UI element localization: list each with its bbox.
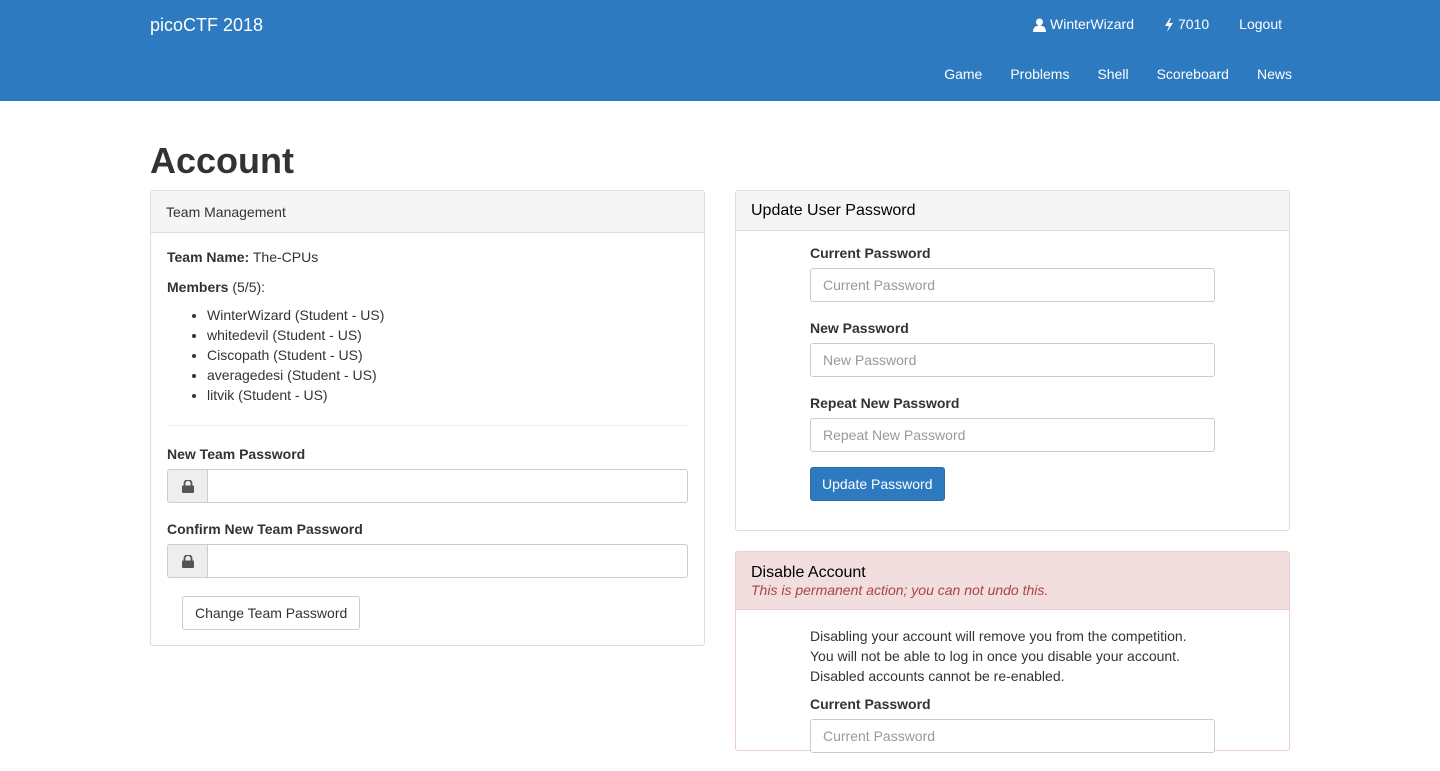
change-team-password-button[interactable]: Change Team Password: [182, 596, 361, 630]
current-password-input[interactable]: [810, 268, 1215, 302]
current-password-label: Current Password: [810, 245, 931, 261]
new-password-input[interactable]: [810, 343, 1215, 377]
new-password-label: New Password: [810, 320, 909, 336]
nav-shell[interactable]: Shell: [1097, 66, 1128, 82]
disable-current-password-label: Current Password: [810, 696, 931, 712]
description-line: Disabled accounts cannot be re-enabled.: [810, 668, 1065, 684]
members-count: (5/5):: [232, 279, 266, 295]
main-nav: Game Problems Shell Scoreboard News: [944, 66, 1292, 82]
nav-news[interactable]: News: [1257, 66, 1292, 82]
confirm-team-password-group: [167, 544, 688, 578]
list-item: litvik (Student - US): [207, 385, 688, 405]
page-title: Account: [150, 140, 294, 181]
user-icon: [1033, 16, 1046, 33]
members-list: WinterWizard (Student - US) whitedevil (…: [207, 305, 688, 405]
username-label: WinterWizard: [1050, 16, 1135, 33]
update-password-heading: Update User Password: [736, 191, 1289, 231]
lock-icon: [167, 544, 207, 578]
logout-link[interactable]: Logout: [1239, 16, 1282, 32]
user-profile-link[interactable]: WinterWizard: [1033, 16, 1135, 33]
team-panel-heading: Team Management: [151, 191, 704, 233]
team-name-row: Team Name: The-CPUs: [167, 249, 688, 265]
team-management-panel: Team Management Team Name: The-CPUs Memb…: [150, 190, 705, 646]
description-line: Disabling your account will remove you f…: [810, 628, 1187, 644]
members-row: Members (5/5):: [167, 279, 688, 295]
new-team-password-group: [167, 469, 688, 503]
team-name-label: Team Name:: [167, 249, 250, 265]
nav-game[interactable]: Game: [944, 66, 982, 82]
disable-description: Disabling your account will remove you f…: [810, 626, 1289, 686]
description-line: You will not be able to log in once you …: [810, 648, 1180, 664]
list-item: WinterWizard (Student - US): [207, 305, 688, 325]
disable-account-title: Disable Account: [751, 563, 866, 581]
nav-problems[interactable]: Problems: [1010, 66, 1069, 82]
divider: [167, 425, 688, 426]
team-name-value: The-CPUs: [252, 249, 319, 265]
disable-account-panel: Disable Account This is permanent action…: [735, 551, 1290, 753]
new-team-password-input[interactable]: [207, 469, 688, 503]
new-team-password-label: New Team Password: [167, 446, 306, 462]
score-value: 7010: [1178, 16, 1210, 33]
brand-link[interactable]: picoCTF 2018: [150, 15, 263, 36]
list-item: Ciscopath (Student - US): [207, 345, 688, 365]
nav-scoreboard[interactable]: Scoreboard: [1157, 66, 1229, 82]
bolt-icon: [1164, 16, 1174, 33]
update-password-button[interactable]: Update Password: [810, 467, 945, 501]
nav-user-area: WinterWizard 7010 Logout: [1033, 16, 1282, 33]
repeat-password-label: Repeat New Password: [810, 395, 960, 411]
top-navbar: picoCTF 2018 WinterWizard 7010 Logout Ga…: [0, 0, 1440, 101]
disable-warning-text: This is permanent action; you can not un…: [751, 581, 1049, 598]
members-label: Members: [167, 279, 229, 295]
repeat-password-input[interactable]: [810, 418, 1215, 452]
list-item: averagedesi (Student - US): [207, 365, 688, 385]
confirm-team-password-label: Confirm New Team Password: [167, 521, 363, 537]
update-password-panel: Update User Password Current Password Ne…: [735, 190, 1290, 531]
disable-account-heading: Disable Account This is permanent action…: [736, 552, 1289, 610]
list-item: whitedevil (Student - US): [207, 325, 688, 345]
confirm-team-password-input[interactable]: [207, 544, 688, 578]
disable-current-password-input[interactable]: [810, 719, 1215, 753]
lock-icon: [167, 469, 207, 503]
score-link[interactable]: 7010: [1164, 16, 1210, 33]
